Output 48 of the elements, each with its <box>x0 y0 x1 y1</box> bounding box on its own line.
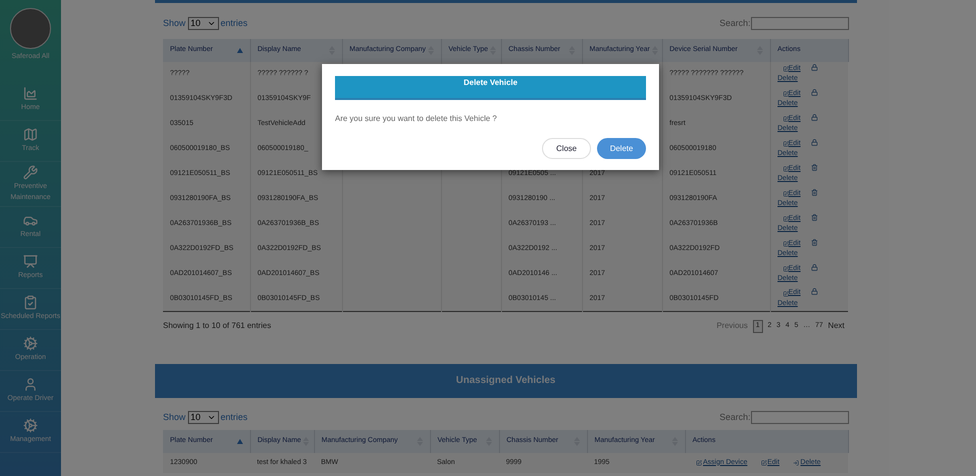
edit-icon <box>782 240 788 247</box>
search-label: Search: <box>719 17 750 30</box>
lock-icon[interactable] <box>810 264 818 270</box>
trash-icon[interactable] <box>810 164 818 170</box>
search-field[interactable] <box>750 17 848 30</box>
edit-icon <box>782 216 788 222</box>
lock-icon[interactable] <box>810 288 818 296</box>
entries-label: entries <box>220 17 248 30</box>
entries-info: Showing 1 to 10 of 761 entries <box>163 320 272 332</box>
dialog-message: Are you sure you want to delete this Vehicle ? <box>335 113 498 125</box>
clipboard-icon <box>23 295 38 310</box>
page-size-select[interactable]: 10 <box>188 410 219 424</box>
delete-button[interactable]: Delete <box>597 138 646 159</box>
show-label: Show <box>163 17 186 30</box>
edit-icon <box>782 290 788 296</box>
wrench-icon <box>23 164 38 180</box>
trash-icon[interactable] <box>810 214 818 220</box>
edit-icon <box>782 166 788 172</box>
edit-icon <box>782 66 788 72</box>
edit-icon <box>782 140 788 147</box>
section-title: Unassigned Vehicles <box>456 374 556 388</box>
presentation-icon <box>23 254 38 269</box>
dialog-title: Delete Vehicle <box>464 77 518 89</box>
trash-icon[interactable] <box>810 188 818 196</box>
edit-icon <box>782 190 788 197</box>
lock-icon[interactable] <box>810 114 818 120</box>
edit-icon <box>782 116 788 122</box>
lock-icon[interactable] <box>810 88 818 96</box>
avatar <box>10 8 51 49</box>
pagination-button[interactable]: Previous <box>716 320 748 332</box>
chart-icon <box>23 86 38 101</box>
search-field[interactable] <box>750 410 848 424</box>
edit-icon <box>782 266 788 272</box>
edit-icon <box>782 90 788 97</box>
close-button[interactable]: Close <box>542 138 591 159</box>
edit-icon <box>696 460 702 466</box>
pagination-button[interactable]: Next <box>828 320 844 332</box>
person-icon <box>23 377 38 392</box>
sign-in-icon <box>793 460 800 466</box>
edit-icon <box>761 460 768 466</box>
map-icon <box>23 127 38 142</box>
show-label: Show <box>163 410 186 424</box>
lock-icon[interactable] <box>810 138 818 146</box>
trash-icon[interactable] <box>810 238 818 246</box>
lock-icon[interactable] <box>810 64 818 70</box>
entries-label: entries <box>220 410 248 424</box>
search-label: Search: <box>719 410 750 424</box>
page-size-select[interactable]: 10 <box>188 17 219 30</box>
